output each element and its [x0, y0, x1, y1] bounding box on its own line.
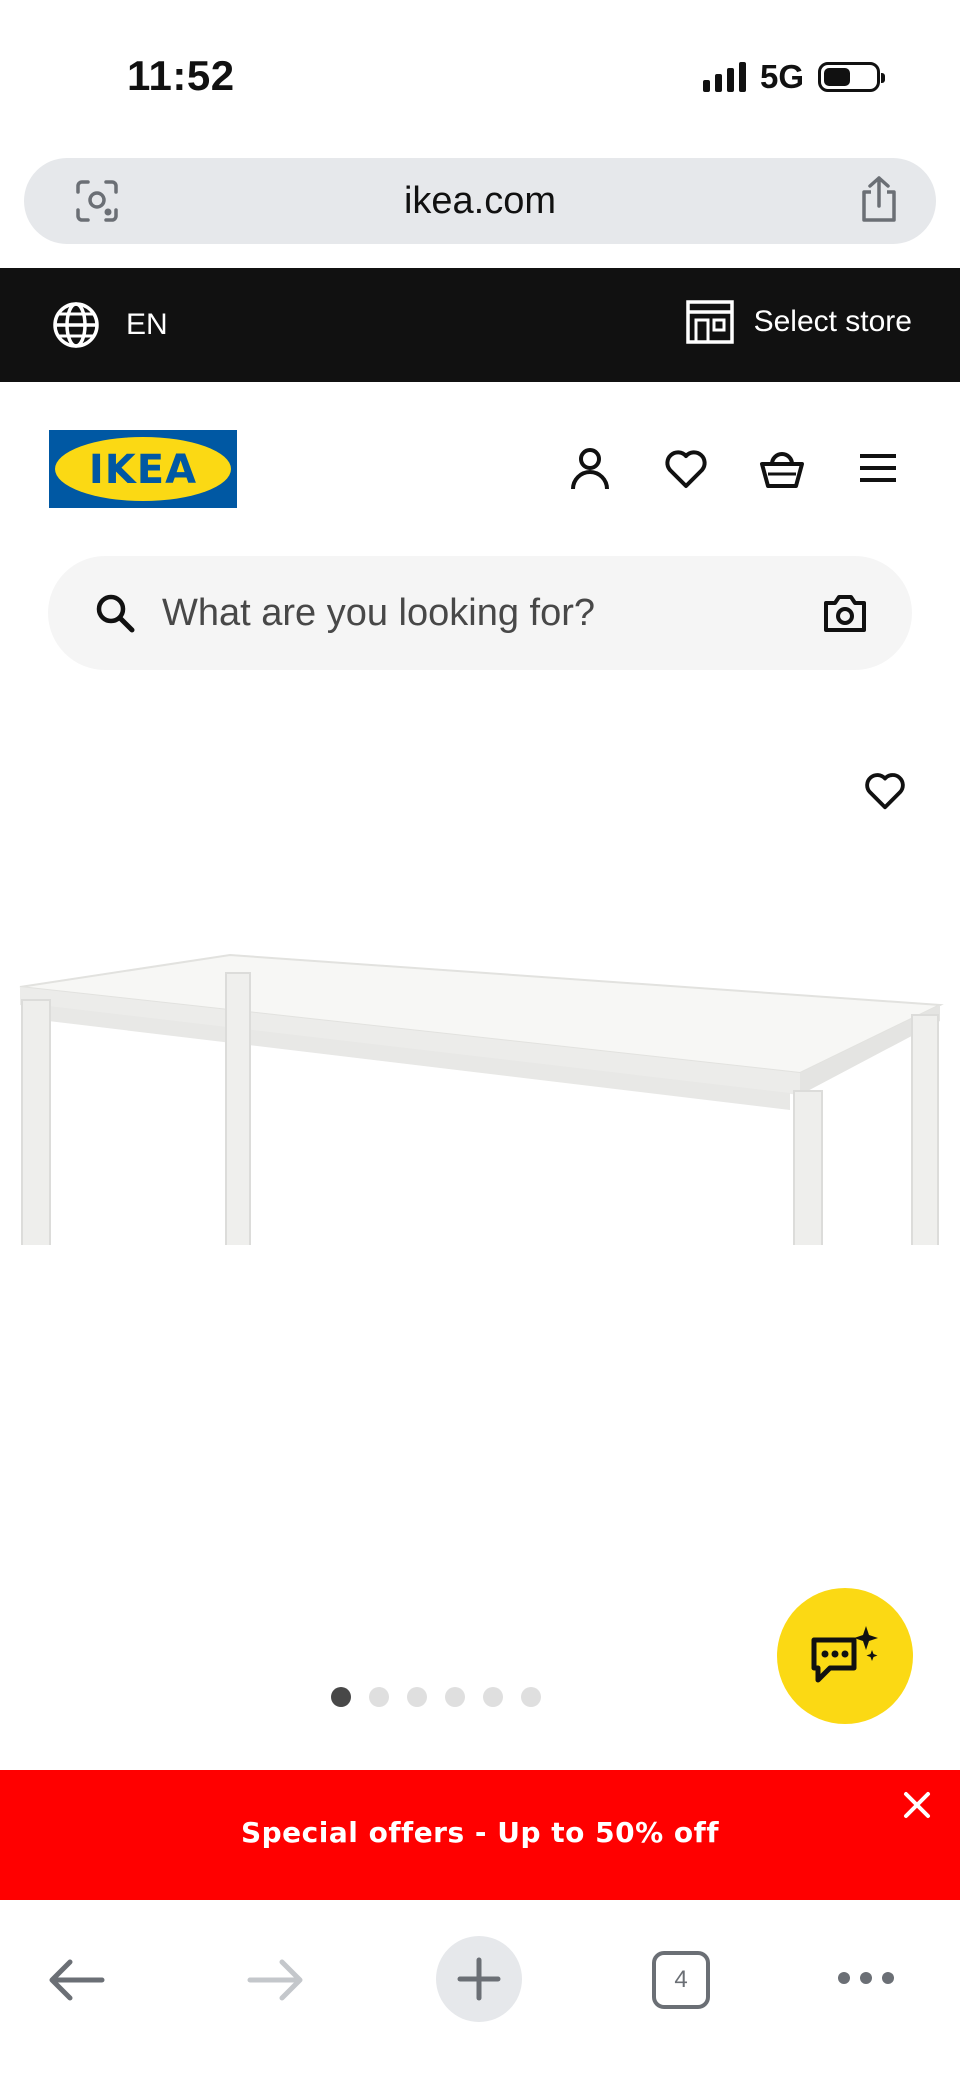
- globe-icon: [53, 302, 99, 348]
- language-selector[interactable]: EN: [52, 301, 168, 349]
- forward-button[interactable]: [240, 1952, 312, 2008]
- status-time: 11:52: [127, 52, 235, 99]
- back-button[interactable]: [40, 1952, 112, 2008]
- back-arrow-icon: [49, 1959, 105, 2001]
- promo-banner[interactable]: Special offers - Up to 50% off: [0, 1770, 960, 1900]
- top-utility-bar: EN Select store: [0, 268, 960, 382]
- heart-icon[interactable]: [662, 444, 710, 492]
- more-icon[interactable]: [836, 1958, 896, 1998]
- carousel-dot[interactable]: [445, 1687, 465, 1707]
- language-label: EN: [126, 308, 168, 341]
- chat-sparkle-icon: [811, 1626, 878, 1683]
- new-tab-button[interactable]: [436, 1936, 522, 2022]
- forward-arrow-icon: [247, 1959, 303, 2001]
- promo-text[interactable]: Special offers - Up to 50% off: [0, 1816, 960, 1849]
- carousel-dot[interactable]: [483, 1687, 503, 1707]
- account-icon[interactable]: [566, 444, 614, 492]
- save-to-favourites-icon[interactable]: [862, 767, 908, 813]
- header-actions: [566, 444, 902, 492]
- basket-icon[interactable]: [758, 444, 806, 492]
- product-image: [19, 953, 944, 1245]
- search-icon: [96, 594, 135, 633]
- tab-switcher-button[interactable]: 4: [652, 1951, 710, 2009]
- search-input[interactable]: What are you looking for?: [162, 592, 595, 635]
- address-bar[interactable]: ikea.com: [24, 158, 936, 244]
- carousel-dot[interactable]: [369, 1687, 389, 1707]
- battery-icon: [818, 62, 885, 92]
- product-gallery[interactable]: [0, 705, 960, 1725]
- status-indicators: 5G: [702, 58, 885, 96]
- carousel-dot[interactable]: [331, 1687, 351, 1707]
- url-text[interactable]: ikea.com: [24, 180, 936, 223]
- carousel-indicator[interactable]: [0, 1687, 916, 1707]
- signal-icon: [702, 62, 746, 92]
- search-bar[interactable]: What are you looking for?: [48, 556, 912, 670]
- ikea-logo-text: IKEA: [89, 447, 197, 493]
- select-store-label: Select store: [753, 305, 912, 338]
- site-header: IKEA: [0, 382, 960, 552]
- status-bar: 11:52 5G: [0, 0, 960, 150]
- assistant-chat-button[interactable]: [777, 1588, 913, 1724]
- store-icon: [685, 300, 734, 344]
- plus-icon: [457, 1957, 501, 2001]
- ikea-logo[interactable]: IKEA: [49, 430, 237, 508]
- network-label: 5G: [759, 58, 804, 95]
- share-icon[interactable]: [856, 174, 902, 224]
- menu-icon[interactable]: [854, 444, 902, 492]
- browser-toolbar: 4: [0, 1900, 960, 2087]
- select-store-button[interactable]: Select store: [685, 300, 912, 344]
- carousel-dot[interactable]: [407, 1687, 427, 1707]
- carousel-dot[interactable]: [521, 1687, 541, 1707]
- camera-icon[interactable]: [822, 590, 868, 636]
